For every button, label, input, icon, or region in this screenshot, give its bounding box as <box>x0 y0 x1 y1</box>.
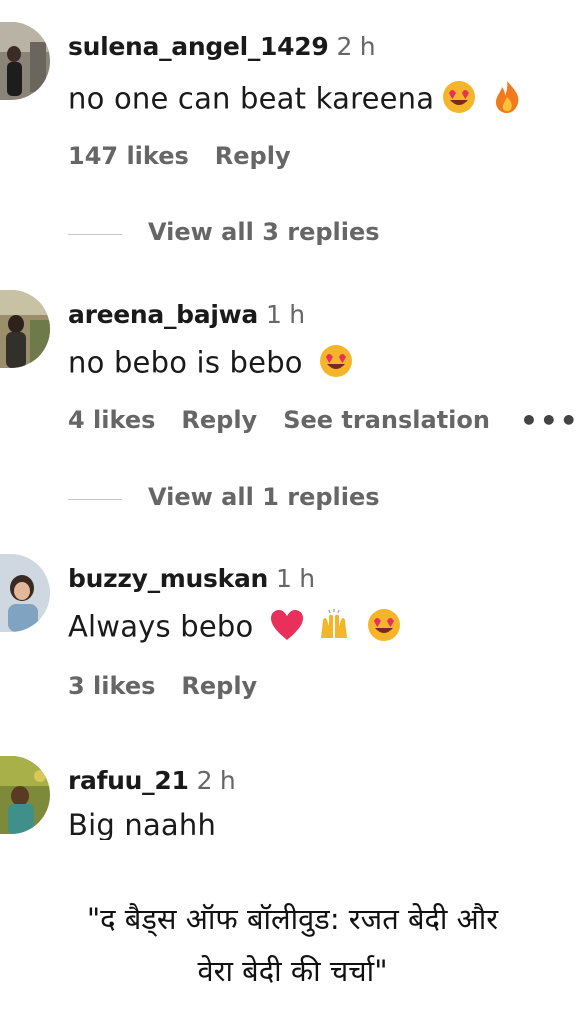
comment-actions: 4 likes Reply See translation <box>68 406 516 434</box>
username[interactable]: rafuu_21 <box>68 766 189 795</box>
fire-emoji <box>492 79 522 122</box>
caption: "द बैड्स ऑफ बॉलीवुड: रजत बेदी और वेरा बे… <box>0 893 585 997</box>
comment-text-row: Always bebo <box>68 606 403 651</box>
comment-actions: 3 likes Reply <box>68 672 283 700</box>
see-translation-button[interactable]: See translation <box>283 406 490 434</box>
username-row: rafuu_21 2 h <box>68 766 236 795</box>
comment-text-row: no bebo is bebo <box>68 342 355 387</box>
comment-text: Big naahh <box>68 808 217 840</box>
heart-eyes-emoji <box>440 78 478 123</box>
timestamp: 1 h <box>276 564 315 593</box>
replies-divider <box>68 234 122 235</box>
more-options-icon[interactable]: ••• <box>520 404 580 437</box>
reply-button[interactable]: Reply <box>181 672 257 700</box>
comment-text: Always bebo <box>68 609 254 644</box>
likes-count[interactable]: 3 likes <box>68 672 155 700</box>
username-row: areena_bajwa 1 h <box>68 300 305 329</box>
avatar[interactable] <box>0 554 50 632</box>
avatar-image <box>0 554 50 632</box>
username[interactable]: sulena_angel_1429 <box>68 32 329 61</box>
likes-count[interactable]: 147 likes <box>68 142 189 170</box>
view-replies-button[interactable]: View all 1 replies <box>68 483 468 517</box>
likes-count[interactable]: 4 likes <box>68 406 155 434</box>
caption-line-2: वेरा बेदी की चर्चा" <box>197 954 388 988</box>
avatar-image <box>0 22 50 100</box>
comment-text-row: no one can beat kareena <box>68 78 522 123</box>
view-replies-label: View all 1 replies <box>148 483 380 511</box>
username-row: buzzy_muskan 1 h <box>68 564 315 593</box>
timestamp: 2 h <box>336 32 376 61</box>
timestamp: 1 h <box>265 300 305 329</box>
heart-eyes-emoji <box>317 342 355 387</box>
replies-divider <box>68 499 122 500</box>
caption-line-1: "द बैड्स ऑफ बॉलीवुड: रजत बेदी और <box>86 902 499 936</box>
avatar[interactable] <box>0 22 50 100</box>
comment-actions: 147 likes Reply <box>68 142 317 170</box>
view-replies-label: View all 3 replies <box>148 218 380 246</box>
username-row: sulena_angel_1429 2 h <box>68 32 376 61</box>
view-replies-button[interactable]: View all 3 replies <box>68 218 468 252</box>
heart-eyes-emoji <box>365 606 403 651</box>
avatar-image <box>0 756 50 834</box>
comment-text: no one can beat kareena <box>68 81 435 116</box>
comment-text-row: Big naahh <box>68 808 216 840</box>
comment-text: no bebo is bebo <box>68 345 303 380</box>
avatar[interactable] <box>0 290 50 368</box>
avatar-image <box>0 290 50 368</box>
timestamp: 2 h <box>196 766 236 795</box>
heart-emoji <box>269 608 305 649</box>
raising-hands-emoji <box>317 608 351 649</box>
reply-button[interactable]: Reply <box>215 142 291 170</box>
username[interactable]: buzzy_muskan <box>68 564 268 593</box>
username[interactable]: areena_bajwa <box>68 300 258 329</box>
reply-button[interactable]: Reply <box>181 406 257 434</box>
avatar[interactable] <box>0 756 50 834</box>
